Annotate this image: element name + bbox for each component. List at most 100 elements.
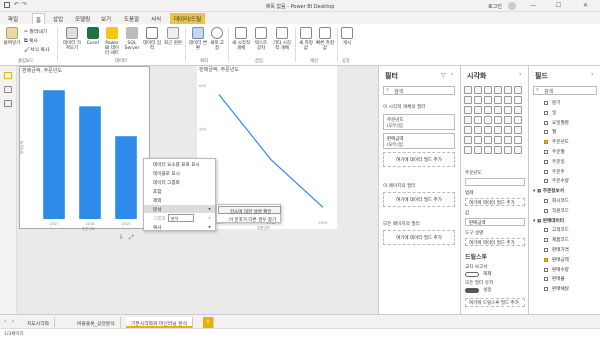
field-item[interactable]: 판매채널 [533, 286, 597, 293]
maximize-button[interactable]: ☐ [556, 2, 561, 9]
visual-type-icon[interactable] [474, 96, 482, 104]
visual-type-icon[interactable] [504, 96, 512, 104]
field-item[interactable]: 제품코드 [533, 237, 597, 244]
tab-map[interactable]: 지도시각화 [22, 317, 56, 328]
explain-decrease-item[interactable]: 감소에 대한 설명 확인 [218, 206, 281, 215]
field-checkbox[interactable] [544, 169, 548, 174]
field-checkbox[interactable] [544, 159, 548, 164]
visual-type-icon[interactable] [484, 96, 492, 104]
visual-type-icon[interactable] [474, 126, 482, 134]
pbi-dataset-button[interactable]: Power BI 데이터 세트 [103, 27, 121, 56]
tab-basic-ml[interactable]: 기본시각화와 머신러닝 분석 [126, 317, 194, 328]
tab-insert[interactable]: 삽입 [53, 15, 63, 23]
visual-type-icon[interactable] [474, 86, 482, 94]
menu-item-analyze[interactable]: 분석 ▸ [144, 205, 215, 213]
field-checkbox[interactable] [544, 101, 548, 105]
find-distribution-item[interactable]: 이 분포가 다른 경우 찾기 [218, 215, 281, 223]
visual-type-icon[interactable] [474, 136, 482, 144]
menu-item-exclude[interactable]: 제외 [144, 196, 215, 204]
visual-type-icon[interactable] [514, 136, 522, 144]
visual-type-icon[interactable] [484, 86, 492, 94]
minimize-button[interactable]: — [530, 2, 536, 9]
tab-data-drill[interactable]: 데이터/드릴 [170, 13, 206, 24]
field-checkbox[interactable] [544, 199, 548, 203]
field-checkbox[interactable] [544, 228, 548, 233]
visual-type-icon[interactable] [514, 126, 522, 134]
collapse-icon[interactable]: › [519, 71, 521, 78]
field-checkbox[interactable] [544, 277, 548, 282]
field-item[interactable]: 분기 [533, 100, 597, 107]
visual-type-icon[interactable] [484, 126, 492, 134]
visual-type-icon[interactable] [464, 146, 472, 154]
field-item[interactable]: 주문일 [533, 159, 597, 166]
field-checkbox[interactable] [544, 140, 548, 145]
field-item[interactable]: 판매수량 [533, 267, 597, 274]
format-painter-button[interactable]: 🖌서식 복사 [24, 46, 49, 53]
signin-link[interactable]: 로그인 [488, 3, 502, 10]
field-item[interactable]: 주문주 [533, 169, 597, 176]
field-checkbox[interactable] [544, 238, 548, 243]
text-box-button[interactable]: 텍스트 상자 [253, 27, 269, 51]
prev-page-icon[interactable]: ‹ [4, 318, 6, 325]
field-checkbox[interactable] [544, 150, 548, 154]
bar-2019[interactable] [115, 136, 137, 219]
visual-type-icon[interactable] [494, 126, 502, 134]
field-item[interactable]: 판매율 [533, 276, 597, 283]
field-table[interactable]: ▾ ▦ 판매데이터 [533, 218, 597, 225]
keep-filters-toggle[interactable] [465, 288, 479, 293]
model-view-icon[interactable] [4, 100, 12, 107]
field-item[interactable]: 판매가격 [533, 247, 597, 254]
visual-type-icon[interactable] [484, 106, 492, 114]
quick-measure-button[interactable]: 빠른 측정값 [316, 27, 334, 51]
add-all-filter-well[interactable]: 여기에 데이터 필드 추가 [383, 230, 455, 245]
field-checkbox[interactable] [544, 130, 548, 135]
visual-type-icon[interactable] [474, 146, 482, 154]
visual-type-icon[interactable] [504, 136, 512, 144]
visual-type-icon[interactable] [494, 106, 502, 114]
collapse-icon[interactable]: › [591, 71, 593, 78]
tab-file[interactable]: 파일 [8, 15, 18, 23]
tab-home[interactable]: 홈 [32, 13, 46, 24]
filter-card-sales-amount[interactable]: 판매금액 (모두)임 [383, 133, 455, 149]
publish-button[interactable]: 게시 [340, 27, 354, 46]
field-item[interactable]: 일 [533, 110, 597, 117]
visual-type-icon[interactable] [504, 116, 512, 124]
excel-button[interactable]: Excel [86, 27, 100, 46]
field-checkbox[interactable] [544, 208, 548, 213]
visual-type-icon[interactable] [514, 116, 522, 124]
menu-item-copy[interactable]: 복사 ▸ [144, 223, 215, 231]
visual-type-icon[interactable] [484, 136, 492, 144]
add-page-filter-well[interactable]: 여기에 데이터 필드 추가 [383, 192, 455, 207]
visual-type-icon[interactable] [464, 106, 472, 114]
visual-type-icon[interactable] [514, 146, 522, 154]
visual-type-icon[interactable] [484, 116, 492, 124]
axis-well[interactable] [465, 178, 525, 186]
focus-icon[interactable]: ⤢ [129, 234, 134, 242]
visual-type-icon[interactable] [514, 106, 522, 114]
bar-2017[interactable] [43, 90, 65, 219]
visual-type-icon[interactable] [464, 116, 472, 124]
field-item[interactable]: 주문수량 [533, 178, 597, 185]
recent-sources-button[interactable]: 최근 원본 [164, 27, 182, 46]
report-view-icon[interactable] [4, 72, 12, 79]
tab-view[interactable]: 보기 [101, 15, 111, 23]
fields-search-input[interactable]: ⌕ 검색 [533, 86, 597, 95]
bar-2018[interactable] [79, 106, 101, 219]
collapse-icon[interactable]: › [451, 71, 453, 78]
add-visual-filter-well[interactable]: 여기에 데이터 필드 추가 [383, 152, 455, 167]
field-item[interactable]: 회사코드 [533, 198, 597, 205]
visual-type-icon[interactable] [514, 86, 522, 94]
field-item[interactable]: 판매금액 [533, 257, 597, 264]
field-item[interactable]: 직원코드 [533, 208, 597, 215]
field-item[interactable]: 고객코드 [533, 227, 597, 234]
visual-type-icon[interactable] [504, 106, 512, 114]
menu-item-show-as-table[interactable]: 데이터 요소를 표로 표시 [144, 160, 215, 168]
menu-item-include[interactable]: 포함 [144, 187, 215, 195]
visual-type-icon[interactable] [504, 146, 512, 154]
values-well[interactable]: 판매금액 [465, 218, 525, 226]
visual-type-icon[interactable] [514, 96, 522, 104]
visual-type-icon[interactable] [464, 86, 472, 94]
close-button[interactable]: ✕ [583, 2, 588, 9]
visual-type-icon[interactable] [494, 136, 502, 144]
line-series[interactable] [218, 94, 324, 208]
